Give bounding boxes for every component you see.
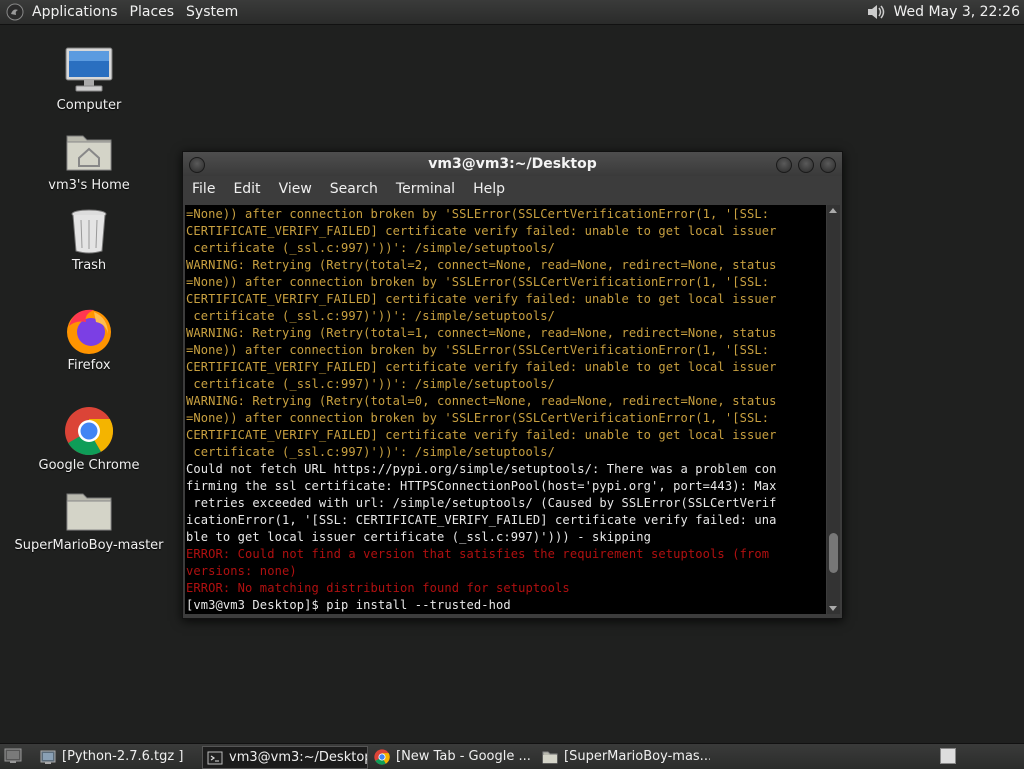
menu-search[interactable]: Search [321, 181, 387, 197]
desktop-icon-label: Google Chrome [38, 458, 140, 473]
menu-view[interactable]: View [270, 181, 321, 197]
taskbar-item-label: vm3@vm3:~/Desktop [229, 750, 368, 765]
taskbar-item-label: [New Tab - Google ... [396, 749, 531, 764]
terminal-line: WARNING: Retrying (Retry(total=1, connec… [186, 326, 777, 340]
desktop-icon-label: Firefox [67, 358, 111, 373]
terminal-line: ble to get local issuer certificate (_ss… [186, 530, 652, 544]
taskbar-item-python-tgz[interactable]: [Python-2.7.6.tgz ] [36, 746, 200, 767]
window-titlebar[interactable]: vm3@vm3:~/Desktop [183, 152, 842, 176]
terminal-line: CERTIFICATE_VERIFY_FAILED] certificate v… [186, 292, 777, 306]
desktop-icon-label: Computer [56, 98, 122, 113]
desktop-icon-trash[interactable]: Trash [14, 206, 164, 273]
taskbar-item-supermarioboy[interactable]: [SuperMarioBoy-mas... [538, 746, 710, 767]
system-menu[interactable]: System [180, 0, 244, 24]
menu-edit[interactable]: Edit [224, 181, 269, 197]
file-manager-icon [40, 750, 56, 764]
desktop-icon-label: SuperMarioBoy-master [14, 538, 164, 553]
terminal-menubar: File Edit View Search Terminal Help [183, 176, 842, 202]
menu-file[interactable]: File [183, 181, 224, 197]
firefox-icon [67, 309, 111, 354]
desktop-icon-label: vm3's Home [48, 178, 130, 193]
terminal-scrollbar[interactable] [827, 205, 840, 614]
terminal-text: =None)) after connection broken by 'SSLE… [185, 205, 826, 614]
desktop-icon-label: Trash [71, 258, 107, 273]
terminal-line: certificate (_ssl.c:997)'))': /simple/se… [186, 309, 556, 323]
terminal-window[interactable]: vm3@vm3:~/Desktop File Edit View Search … [182, 151, 843, 619]
chrome-icon [374, 748, 390, 765]
home-folder-icon [66, 135, 112, 171]
clock[interactable]: Wed May 3, 22:26 [887, 4, 1020, 20]
terminal-line: =None)) after connection broken by 'SSLE… [186, 343, 770, 357]
terminal-line: =None)) after connection broken by 'SSLE… [186, 275, 770, 289]
terminal-output[interactable]: =None)) after connection broken by 'SSLE… [185, 205, 826, 614]
terminal-line: CERTIFICATE_VERIFY_FAILED] certificate v… [186, 428, 777, 442]
chrome-icon [65, 407, 114, 456]
taskbar-item-label: [SuperMarioBoy-mas... [564, 749, 710, 764]
terminal-line: WARNING: Retrying (Retry(total=0, connec… [186, 394, 777, 408]
terminal-line: =None)) after connection broken by 'SSLE… [186, 411, 770, 425]
terminal-line: CERTIFICATE_VERIFY_FAILED] certificate v… [186, 224, 777, 238]
taskbar-item-chrome[interactable]: [New Tab - Google ... [370, 746, 534, 767]
applications-menu[interactable]: Applications [26, 0, 124, 24]
folder-icon [66, 493, 112, 531]
desktop-icon-computer[interactable]: Computer [14, 46, 164, 113]
taskbar-item-label: [Python-2.7.6.tgz ] [62, 749, 184, 764]
terminal-line: ERROR: Could not find a version that sat… [186, 547, 770, 561]
desktop-icon-supermarioboy[interactable]: SuperMarioBoy-master [14, 486, 164, 553]
menu-terminal[interactable]: Terminal [387, 181, 464, 197]
terminal-line: certificate (_ssl.c:997)'))': /simple/se… [186, 445, 556, 459]
computer-icon [65, 47, 113, 92]
scroll-up-arrow-icon[interactable] [829, 208, 837, 213]
menu-help[interactable]: Help [464, 181, 514, 197]
scroll-down-arrow-icon[interactable] [829, 606, 837, 611]
maximize-button[interactable] [798, 157, 814, 173]
desktop-icon-chrome[interactable]: Google Chrome [14, 406, 164, 473]
terminal-line: firming the ssl certificate: HTTPSConnec… [186, 479, 777, 493]
terminal-line: Could not fetch URL https://pypi.org/sim… [186, 462, 777, 476]
top-panel: Applications Places System Wed May 3, 22… [0, 0, 1024, 25]
terminal-line: [vm3@vm3 Desktop]$ pip install --trusted… [186, 598, 511, 612]
bottom-panel: [Python-2.7.6.tgz ] vm3@vm3:~/Desktop [N… [0, 743, 1024, 769]
terminal-line: icationError(1, '[SSL: CERTIFICATE_VERIF… [186, 513, 777, 527]
close-button[interactable] [820, 157, 836, 173]
window-menu-button[interactable] [189, 157, 205, 173]
window-title: vm3@vm3:~/Desktop [428, 156, 597, 172]
minimize-button[interactable] [776, 157, 792, 173]
terminal-line: certificate (_ssl.c:997)'))': /simple/se… [186, 377, 556, 391]
desktop-icon-home[interactable]: vm3's Home [14, 126, 164, 193]
scrollbar-thumb[interactable] [829, 532, 838, 573]
show-desktop-icon[interactable] [4, 748, 22, 764]
terminal-line: ERROR: No matching distribution found fo… [186, 581, 570, 595]
folder-icon [542, 751, 558, 763]
taskbar-item-terminal[interactable]: vm3@vm3:~/Desktop [202, 746, 368, 769]
terminal-line: =None)) after connection broken by 'SSLE… [186, 207, 770, 221]
terminal-line: retries exceeded with url: /simple/setup… [186, 496, 777, 510]
desktop-icon-firefox[interactable]: Firefox [14, 306, 164, 373]
trash-icon [71, 209, 107, 254]
volume-icon[interactable] [865, 2, 887, 22]
terminal-line: WARNING: Retrying (Retry(total=2, connec… [186, 258, 777, 272]
terminal-line: certificate (_ssl.c:997)'))': /simple/se… [186, 241, 556, 255]
workspace-switcher[interactable] [940, 748, 956, 764]
terminal-icon [207, 751, 223, 764]
places-menu[interactable]: Places [124, 0, 181, 24]
gnome-foot-icon[interactable] [6, 3, 24, 21]
terminal-line: versions: none) [186, 564, 297, 578]
terminal-line: CERTIFICATE_VERIFY_FAILED] certificate v… [186, 360, 777, 374]
